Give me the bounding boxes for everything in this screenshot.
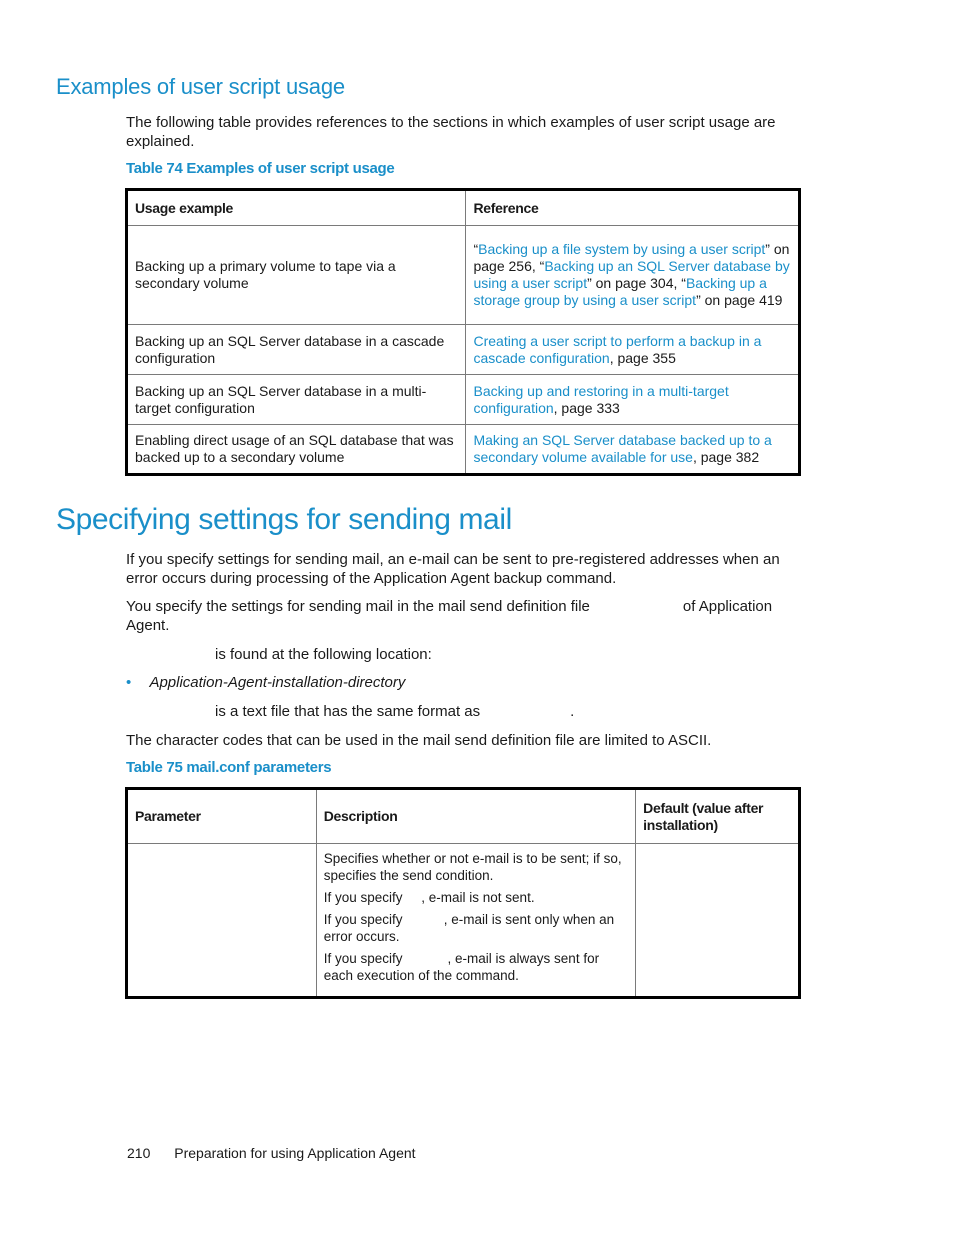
usage-cell: Enabling direct usage of an SQL database… [126,424,467,474]
format-text-a: is a text file that has the same format … [215,703,481,720]
description-line: If you specify , e-mail is not sent. [323,890,535,905]
mail-definition-file-paragraph: You specify the settings for sending mai… [126,597,796,635]
page-number: 210 [127,1145,151,1161]
description-line: If you specify , e-mail is sent only whe… [323,912,618,944]
mail-intro-paragraph: If you specify settings for sending mail… [126,551,780,587]
reference-text: , page 355 [609,349,676,366]
reference-cell: Making an SQL Server database backed up … [465,424,799,474]
table-row: Backing up an SQL Server database in a c… [126,324,799,375]
reference-text: , page 382 [692,449,760,465]
table-row: Specifies whether or not e-mail is to be… [127,843,799,998]
location-bullet: • Application-Agent-installation-directo… [126,673,405,692]
table-header-row: Parameter Description Default (value aft… [127,789,799,844]
page-footer: 210 Preparation for using Application Ag… [127,1145,416,1161]
format-paragraph: is a text file that has the same format … [215,702,795,721]
reference-cell: “Backing up a file system by using a use… [465,225,799,325]
header-description: Description [315,789,637,844]
section-heading-user-script-examples: Examples of user script usage [56,74,345,99]
description-line: If you specify , e-mail is always sent f… [323,951,603,983]
table-75-caption: Table 75 mail.conf parameters [126,759,332,776]
mail-definition-text-a: You specify the settings for sending mai… [126,598,590,615]
usage-cell: Backing up a primary volume to tape via … [126,225,467,325]
section-heading-sending-mail: Specifying settings for sending mail [56,503,512,536]
table-row: Enabling direct usage of an SQL database… [126,424,799,474]
parameter-cell [127,843,317,998]
table-header-row: Usage example Reference [126,190,799,226]
table-75: Parameter Description Default (value aft… [127,789,799,998]
reference-cell: Creating a user script to perform a back… [465,324,799,375]
table-row: Backing up a primary volume to tape via … [126,225,799,325]
ascii-paragraph: The character codes that can be used in … [126,732,712,749]
format-text-b: . [570,703,575,720]
header-usage-example: Usage example [126,190,467,226]
usage-cell: Backing up an SQL Server database in a c… [126,324,467,375]
description-cell: Specifies whether or not e-mail is to be… [315,843,637,998]
footer-title: Preparation for using Application Agent [174,1145,416,1161]
intro-paragraph: The following table provides references … [126,114,776,150]
table-74-caption: Table 74 Examples of user script usage [126,160,395,177]
location-paragraph: is found at the following location: [215,646,432,663]
reference-text: ” on page 419 [696,292,783,308]
table-74: Usage example Reference Backing up a pri… [126,190,799,474]
table-row: Backing up an SQL Server database in a m… [126,374,799,425]
header-default: Default (value after installation) [635,789,799,844]
header-parameter: Parameter [127,789,317,844]
reference-link[interactable]: Backing up a file system by using a user… [478,241,765,257]
install-directory-text: Application-Agent-installation-directory [149,674,406,691]
bullet-icon: • [126,674,132,691]
reference-text: ” on page 304, “ [587,275,686,291]
reference-text: , page 333 [553,399,620,416]
usage-cell: Backing up an SQL Server database in a m… [126,374,467,425]
reference-cell: Backing up and restoring in a multi-targ… [465,374,799,425]
description-line: Specifies whether or not e-mail is to be… [323,851,626,883]
default-cell [635,843,799,998]
header-reference: Reference [465,190,799,226]
